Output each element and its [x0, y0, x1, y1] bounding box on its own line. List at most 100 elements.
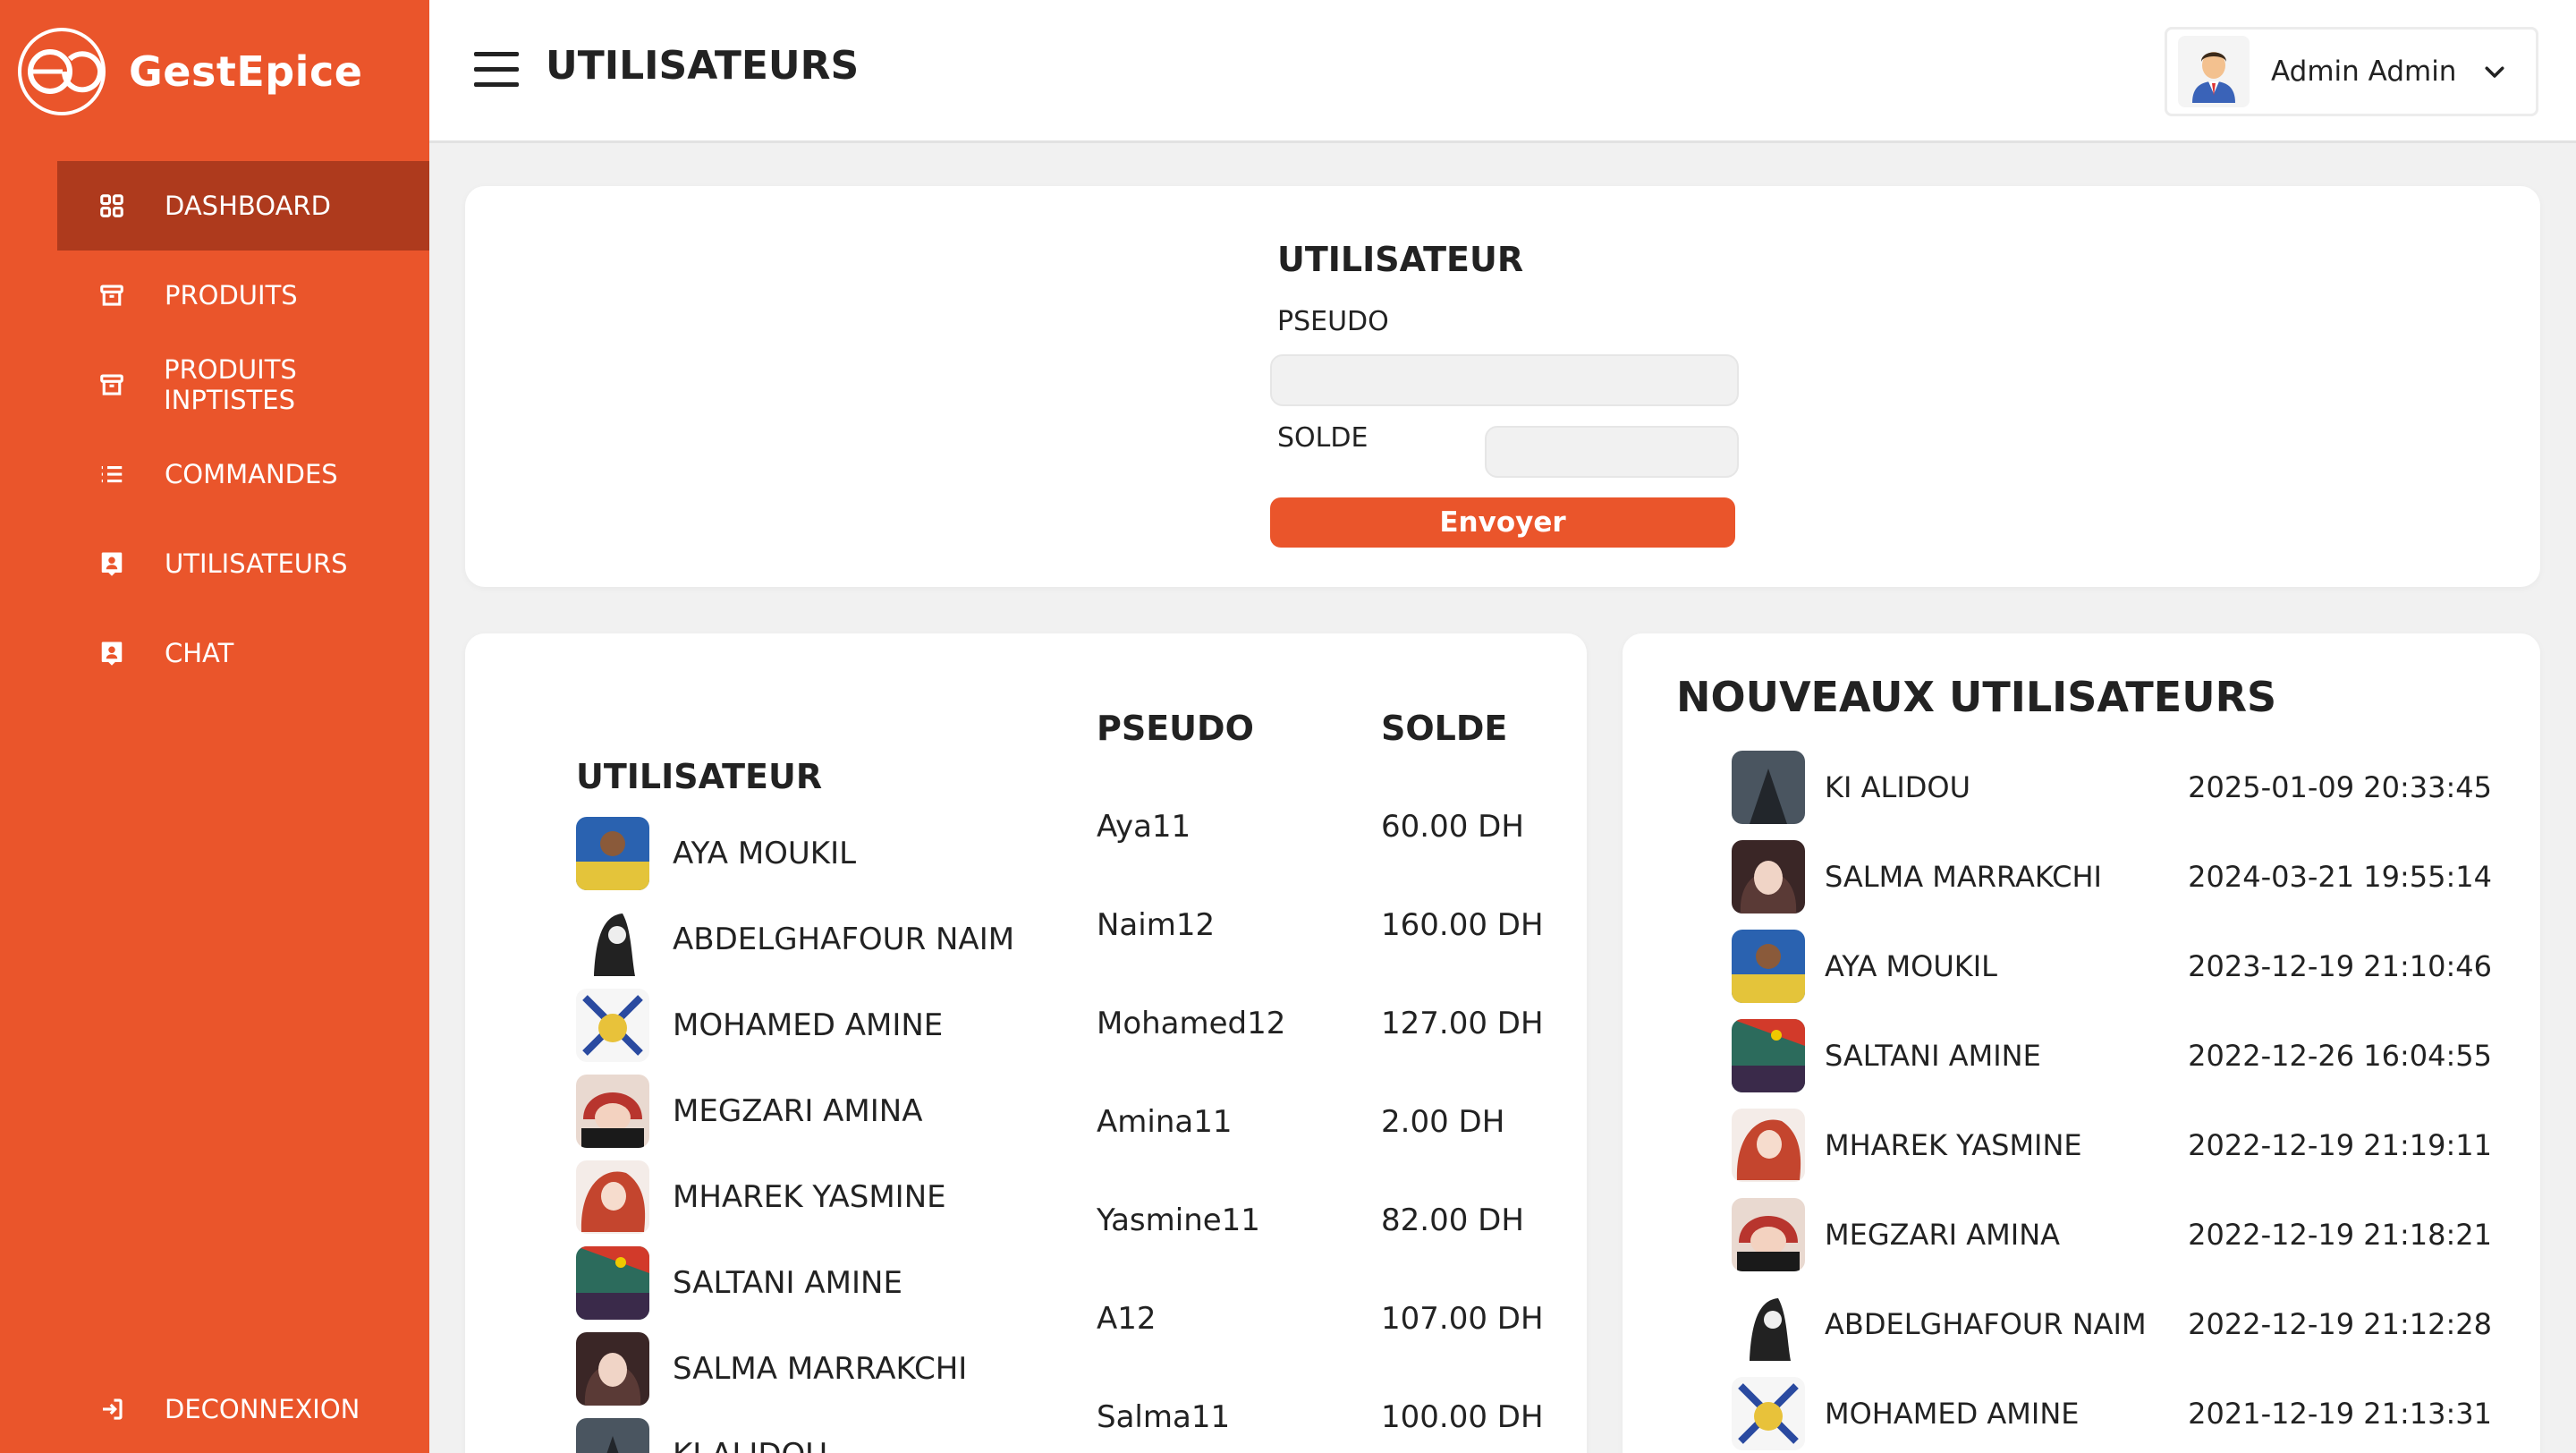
pseudo-cell: Mohamed12: [1097, 1006, 1286, 1041]
sidebar-item-label: DASHBOARD: [165, 191, 331, 221]
avatar: [1732, 1377, 1805, 1450]
chevron-down-icon: [2485, 66, 2504, 78]
sidebar-item-label: UTILISATEURS: [165, 548, 348, 579]
pseudo-label: PSEUDO: [1277, 306, 1389, 337]
sidebar-nav: DASHBOARD PRODUITS PRODUITS INPTISTES CO…: [57, 161, 429, 698]
list-item[interactable]: AYA MOUKIL 2023-12-19 21:10:46: [1732, 929, 2492, 1004]
avatar: [576, 1160, 649, 1234]
user-date: 2022-12-19 21:18:21: [2188, 1218, 2492, 1252]
pseudo-cell: Aya11: [1097, 809, 1191, 845]
user-date: 2021-12-19 21:13:31: [2188, 1397, 2492, 1431]
user-date: 2025-01-09 20:33:45: [2188, 770, 2492, 804]
avatar: [576, 1332, 649, 1406]
table-row[interactable]: MHAREK YASMINE: [576, 1160, 946, 1234]
brand[interactable]: GestEpice: [18, 27, 362, 116]
sidebar-item-label: CHAT: [165, 638, 234, 668]
list-icon: [97, 461, 127, 488]
table-row[interactable]: SALMA MARRAKCHI: [576, 1332, 968, 1406]
list-item[interactable]: SALMA MARRAKCHI 2024-03-21 19:55:14: [1732, 839, 2492, 914]
pseudo-input[interactable]: [1270, 354, 1739, 406]
table-row[interactable]: MEGZARI AMINA: [576, 1075, 923, 1148]
user-date: 2022-12-26 16:04:55: [2188, 1039, 2492, 1073]
user-date: 2022-12-19 21:19:11: [2188, 1128, 2492, 1162]
user-name: MOHAMED AMINE: [1825, 1397, 2080, 1431]
solde-cell: 100.00 DH: [1381, 1399, 1544, 1435]
avatar: [576, 903, 649, 976]
avatar: [1732, 930, 1805, 1003]
sidebar-item-utilisateurs[interactable]: UTILISATEURS: [57, 519, 429, 608]
avatar: [576, 989, 649, 1062]
sidebar-item-label: PRODUITS: [165, 280, 298, 310]
avatar: [576, 817, 649, 890]
form-title: UTILISATEUR: [1277, 240, 1524, 279]
avatar: [1732, 1109, 1805, 1182]
user-name: KI ALIDOU: [673, 1437, 827, 1453]
solde-label: SOLDE: [1277, 422, 1368, 454]
send-button[interactable]: Envoyer: [1270, 497, 1735, 548]
pseudo-cell: A12: [1097, 1301, 1157, 1337]
table-row[interactable]: KI ALIDOU: [576, 1418, 827, 1453]
logout-icon: [97, 1396, 127, 1423]
archive-icon: [97, 371, 126, 398]
col-header-solde: SOLDE: [1381, 709, 1508, 748]
list-item[interactable]: KI ALIDOU 2025-01-09 20:33:45: [1732, 750, 2492, 825]
pseudo-cell: Salma11: [1097, 1399, 1231, 1435]
list-item[interactable]: MHAREK YASMINE 2022-12-19 21:19:11: [1732, 1108, 2492, 1183]
solde-input[interactable]: [1485, 426, 1739, 478]
avatar: [576, 1246, 649, 1320]
user-name: SALMA MARRAKCHI: [673, 1351, 968, 1387]
page-title: UTILISATEURS: [546, 43, 860, 89]
user-name: SALTANI AMINE: [1825, 1039, 2041, 1073]
avatar: [1732, 840, 1805, 913]
col-header-user: UTILISATEUR: [576, 757, 823, 796]
grid-icon: [97, 192, 127, 219]
list-item[interactable]: SALTANI AMINE 2022-12-26 16:04:55: [1732, 1018, 2492, 1093]
list-item[interactable]: ABDELGHAFOUR NAIM 2022-12-19 21:12:28: [1732, 1287, 2492, 1362]
user-date: 2023-12-19 21:10:46: [2188, 949, 2492, 983]
sidebar-item-produits-inptistes[interactable]: PRODUITS INPTISTES: [57, 340, 429, 429]
table-row[interactable]: MOHAMED AMINE: [576, 989, 944, 1062]
sidebar-item-label: COMMANDES: [165, 459, 338, 489]
table-row[interactable]: AYA MOUKIL: [576, 817, 857, 890]
user-name: SALMA MARRAKCHI: [1825, 860, 2102, 894]
brand-name: GestEpice: [129, 47, 363, 96]
table-row[interactable]: SALTANI AMINE: [576, 1246, 902, 1320]
user-name: AYA MOUKIL: [673, 836, 857, 871]
user-name: AYA MOUKIL: [1825, 949, 1997, 983]
solde-cell: 160.00 DH: [1381, 907, 1544, 943]
new-users-title: NOUVEAUX UTILISATEURS: [1676, 673, 2277, 721]
user-name: MOHAMED AMINE: [673, 1007, 944, 1043]
list-item[interactable]: MEGZARI AMINA 2022-12-19 21:18:21: [1732, 1197, 2492, 1272]
user-menu[interactable]: Admin Admin: [2165, 27, 2538, 116]
sidebar: GestEpice DASHBOARD PRODUITS PRODUITS IN…: [0, 0, 429, 1453]
user-badge-icon: [97, 550, 127, 577]
archive-icon: [97, 282, 127, 309]
hamburger-menu-icon[interactable]: [474, 52, 519, 88]
users-table-card: UTILISATEUR PSEUDO SOLDE AYA MOUKIL ABDE…: [465, 633, 1587, 1453]
solde-cell: 127.00 DH: [1381, 1006, 1544, 1041]
sidebar-item-chat[interactable]: CHAT: [57, 608, 429, 698]
user-name: SALTANI AMINE: [673, 1265, 902, 1301]
table-row[interactable]: ABDELGHAFOUR NAIM: [576, 903, 1015, 976]
user-form-card: UTILISATEUR PSEUDO SOLDE Envoyer: [465, 186, 2540, 587]
list-item[interactable]: MOHAMED AMINE 2021-12-19 21:13:31: [1732, 1376, 2492, 1451]
sidebar-item-dashboard[interactable]: DASHBOARD: [57, 161, 429, 251]
solde-cell: 107.00 DH: [1381, 1301, 1544, 1337]
logout-button[interactable]: DECONNEXION: [57, 1364, 429, 1453]
pseudo-cell: Amina11: [1097, 1104, 1233, 1140]
user-name: Admin Admin: [2271, 55, 2457, 88]
avatar: [576, 1418, 649, 1453]
solde-cell: 60.00 DH: [1381, 809, 1524, 845]
user-name: ABDELGHAFOUR NAIM: [1825, 1307, 2147, 1341]
user-date: 2022-12-19 21:12:28: [2188, 1307, 2492, 1341]
avatar: [2178, 36, 2250, 107]
sidebar-item-commandes[interactable]: COMMANDES: [57, 429, 429, 519]
user-date: 2024-03-21 19:55:14: [2188, 860, 2492, 894]
avatar: [1732, 1287, 1805, 1361]
col-header-pseudo: PSEUDO: [1097, 709, 1254, 748]
user-badge-icon: [97, 640, 127, 667]
user-name: KI ALIDOU: [1825, 770, 1970, 804]
sidebar-item-produits[interactable]: PRODUITS: [57, 251, 429, 340]
new-users-card: NOUVEAUX UTILISATEURS KI ALIDOU 2025-01-…: [1623, 633, 2540, 1453]
user-name: ABDELGHAFOUR NAIM: [673, 922, 1015, 957]
